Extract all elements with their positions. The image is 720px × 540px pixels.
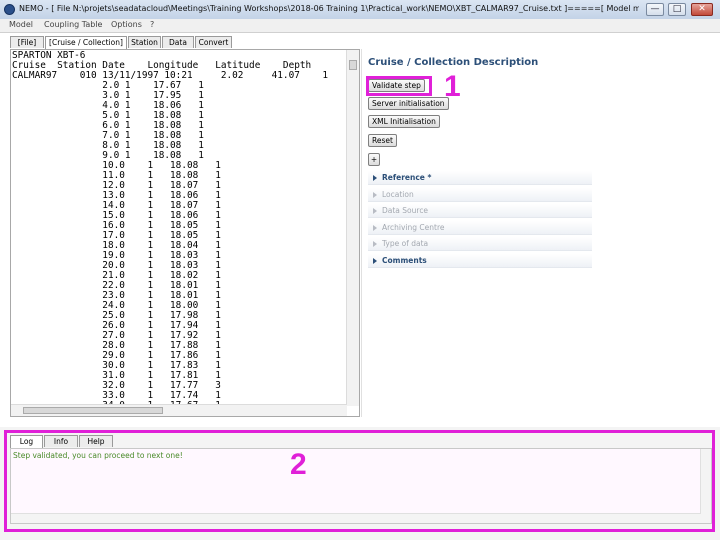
menu-help[interactable]: ?	[150, 20, 154, 29]
description-panel: Cruise / Collection Description Validate…	[361, 49, 719, 417]
menu-bar: Model Coupling Table Options ?	[0, 19, 720, 32]
minimize-button[interactable]: —	[646, 3, 664, 16]
reset-button[interactable]: Reset	[368, 134, 397, 147]
tab-convert[interactable]: Convert	[195, 36, 232, 48]
annotation-box-1	[366, 76, 432, 96]
section-location[interactable]: Location	[368, 188, 592, 202]
add-button[interactable]: +	[368, 153, 380, 166]
section-label: Type of data	[382, 239, 429, 248]
menu-coupling-table[interactable]: Coupling Table	[44, 20, 102, 29]
server-initialisation-button[interactable]: Server initialisation	[368, 97, 449, 110]
annotation-number-2: 2	[290, 448, 307, 481]
panel-title: Cruise / Collection Description	[368, 57, 539, 68]
app-icon	[4, 4, 15, 15]
tab-file[interactable]: [File]	[10, 36, 44, 48]
section-comments[interactable]: Comments	[368, 254, 592, 268]
horizontal-scroll-thumb[interactable]	[23, 407, 163, 414]
tab-station[interactable]: Station	[128, 36, 161, 48]
horizontal-scrollbar[interactable]	[11, 404, 347, 416]
expand-arrow-icon	[373, 241, 377, 247]
file-content-text: SPARTON XBT-6 Cruise Station Date Longit…	[12, 51, 329, 405]
section-data-source[interactable]: Data Source	[368, 204, 592, 218]
expand-arrow-icon	[373, 258, 377, 264]
menu-divider	[0, 32, 720, 33]
section-type-of-data[interactable]: Type of data	[368, 237, 592, 251]
tab-cruise-collection[interactable]: [Cruise / Collection]	[45, 36, 127, 49]
section-label: Data Source	[382, 206, 429, 215]
tab-data[interactable]: Data	[162, 36, 194, 48]
section-label: Location	[382, 190, 414, 199]
maximize-button[interactable]: □	[668, 3, 686, 16]
expand-arrow-icon	[373, 175, 377, 181]
menu-options[interactable]: Options	[111, 20, 142, 29]
close-button[interactable]: ✕	[691, 3, 713, 16]
expand-arrow-icon	[373, 225, 377, 231]
title-bar: NEMO - [ File N:\projets\seadatacloud\Me…	[0, 0, 720, 20]
vertical-scroll-thumb[interactable]	[349, 60, 357, 70]
xml-initialisation-button[interactable]: XML Initialisation	[368, 115, 440, 128]
section-label: Comments	[382, 256, 427, 265]
window-title: NEMO - [ File N:\projets\seadatacloud\Me…	[19, 4, 639, 13]
expand-arrow-icon	[373, 208, 377, 214]
menu-model[interactable]: Model	[9, 20, 33, 29]
section-label: Archiving Centre	[382, 223, 445, 232]
expand-arrow-icon	[373, 192, 377, 198]
annotation-box-2	[4, 430, 715, 532]
section-archiving-centre[interactable]: Archiving Centre	[368, 221, 592, 235]
section-reference[interactable]: Reference *	[368, 171, 592, 185]
vertical-scrollbar[interactable]	[346, 50, 359, 406]
section-label: Reference *	[382, 173, 432, 182]
file-content-pane[interactable]: SPARTON XBT-6 Cruise Station Date Longit…	[10, 49, 360, 417]
annotation-number-1: 1	[444, 70, 461, 103]
